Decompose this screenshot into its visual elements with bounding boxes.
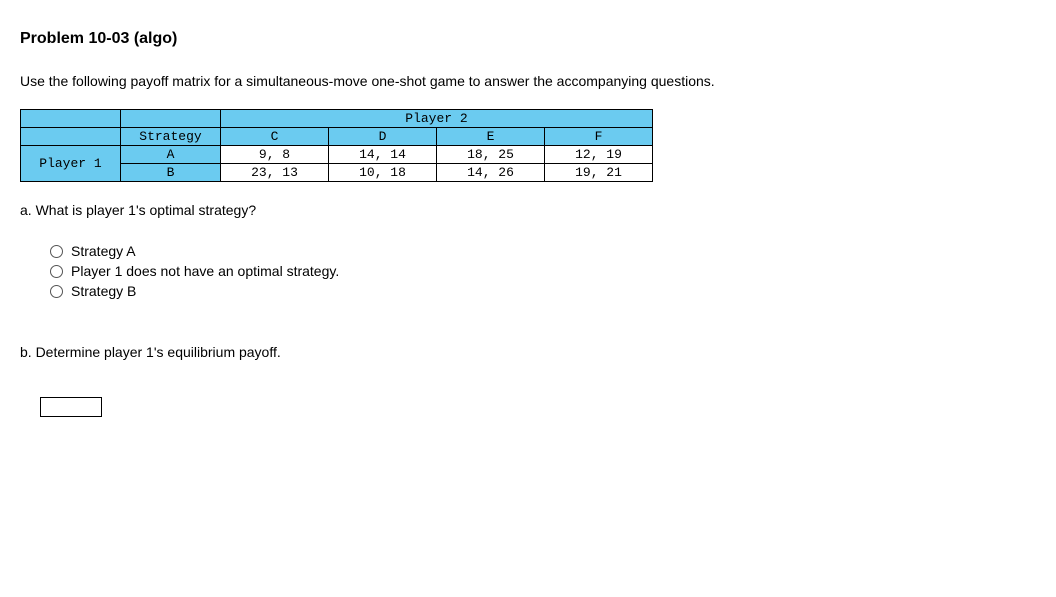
equilibrium-payoff-input[interactable] xyxy=(40,397,102,417)
problem-title: Problem 10-03 (algo) xyxy=(20,30,1036,48)
col-header-e: E xyxy=(437,128,545,146)
option-label: Player 1 does not have an optimal strate… xyxy=(71,263,339,279)
strategy-header: Strategy xyxy=(121,128,221,146)
cell-a-d: 14, 14 xyxy=(329,146,437,164)
player2-header: Player 2 xyxy=(221,110,653,128)
radio-icon[interactable] xyxy=(50,285,63,298)
radio-icon[interactable] xyxy=(50,265,63,278)
cell-a-f: 12, 19 xyxy=(545,146,653,164)
option-strategy-a: Strategy A xyxy=(50,243,1036,259)
col-header-d: D xyxy=(329,128,437,146)
question-a-options: Strategy A Player 1 does not have an opt… xyxy=(50,243,1036,299)
col-header-c: C xyxy=(221,128,329,146)
option-label: Strategy A xyxy=(71,243,136,259)
cell-b-c: 23, 13 xyxy=(221,164,329,182)
row-header-a: A xyxy=(121,146,221,164)
question-b-text: b. Determine player 1's equilibrium payo… xyxy=(20,344,1036,360)
table-empty-cell xyxy=(121,110,221,128)
instructions-text: Use the following payoff matrix for a si… xyxy=(20,73,1036,89)
radio-icon[interactable] xyxy=(50,245,63,258)
col-header-f: F xyxy=(545,128,653,146)
cell-b-e: 14, 26 xyxy=(437,164,545,182)
table-empty-cell xyxy=(21,110,121,128)
player1-header: Player 1 xyxy=(21,146,121,182)
cell-b-d: 10, 18 xyxy=(329,164,437,182)
question-a-text: a. What is player 1's optimal strategy? xyxy=(20,202,1036,218)
row-header-b: B xyxy=(121,164,221,182)
option-label: Strategy B xyxy=(71,283,136,299)
cell-b-f: 19, 21 xyxy=(545,164,653,182)
option-no-strategy: Player 1 does not have an optimal strate… xyxy=(50,263,1036,279)
table-empty-cell xyxy=(21,128,121,146)
cell-a-e: 18, 25 xyxy=(437,146,545,164)
payoff-matrix-table: Player 2 Strategy C D E F Player 1 A 9, … xyxy=(20,109,653,182)
option-strategy-b: Strategy B xyxy=(50,283,1036,299)
cell-a-c: 9, 8 xyxy=(221,146,329,164)
